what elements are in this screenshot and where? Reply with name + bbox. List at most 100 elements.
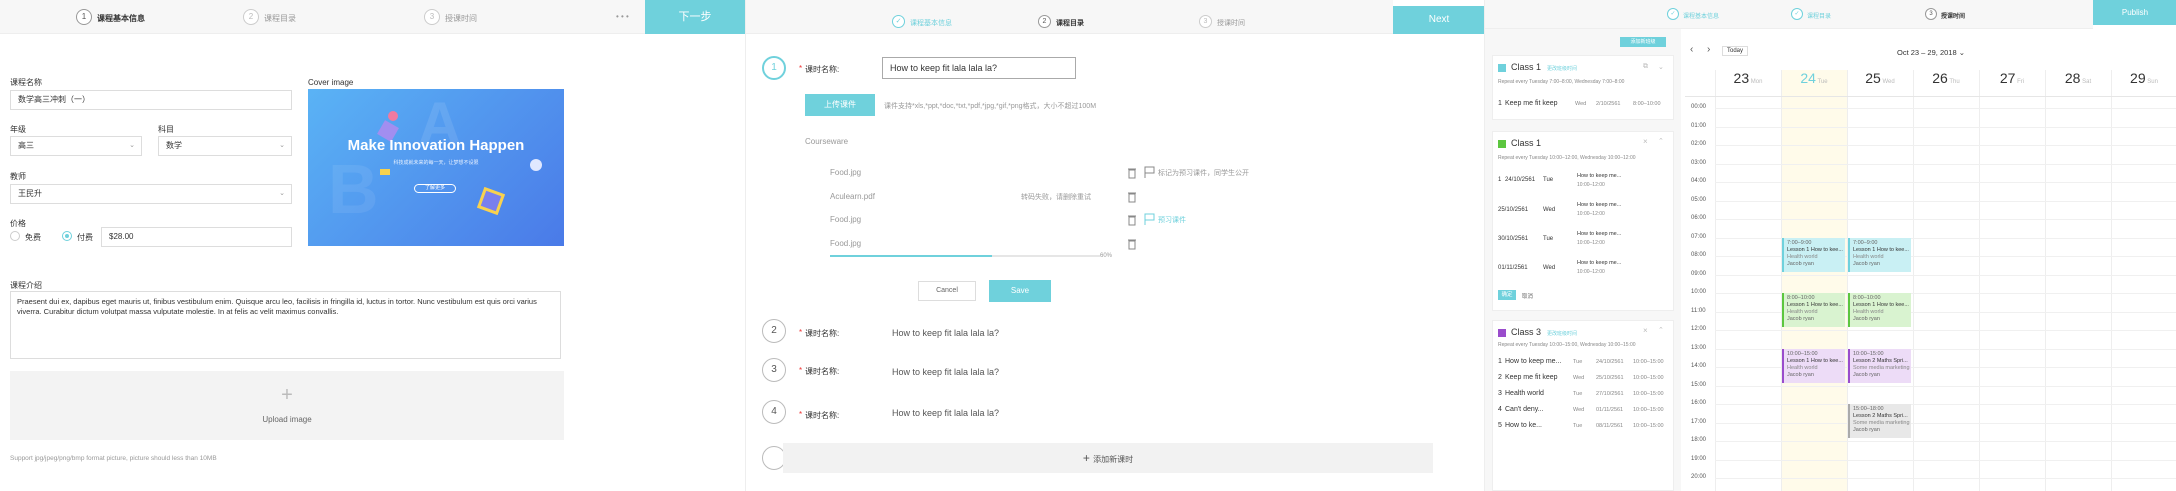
day-header[interactable]: 23 Mon	[1715, 70, 1781, 92]
chevron-up-icon[interactable]: ⌃	[1658, 326, 1664, 334]
hour-gridline	[1715, 108, 2176, 109]
lesson-2-number[interactable]: 2	[762, 319, 786, 343]
chevron-up-icon[interactable]: ⌃	[1658, 137, 1664, 145]
time-label: 11:00	[1691, 307, 1706, 314]
event-time: 10:00–15:00	[1787, 350, 1818, 357]
event-title: Lesson 1 How to kee...	[1787, 302, 1843, 308]
hour-gridline	[1715, 200, 2176, 202]
calendar-event[interactable]: 8:00–10:00 Lesson 1 How to kee... Health w…	[1848, 293, 1911, 327]
trash-icon[interactable]	[1127, 167, 1137, 179]
more-dots-icon[interactable]: • • •	[616, 12, 629, 21]
cancel-button[interactable]: Cancel	[918, 281, 976, 301]
event-title: Lesson 2 Maths Spri...	[1853, 357, 1908, 364]
course-name-input[interactable]: 数学高三冲刺（一）	[10, 90, 292, 110]
lesson-1-number[interactable]: 1	[762, 56, 786, 80]
day-header[interactable]: 25 Wed	[1847, 70, 1913, 92]
trash-icon[interactable]	[1127, 191, 1137, 203]
intro-textarea[interactable]: Praesent dui ex, dapibus eget mauris ut,…	[10, 291, 561, 359]
mark-preview-link[interactable]: 标记为预习课件，同学生公开	[1158, 168, 1249, 178]
lesson-2-name[interactable]: How to keep fit lala lala la?	[892, 328, 999, 338]
course-name-label: 课程名称	[10, 78, 42, 87]
add-class-button[interactable]: 添加新班级	[1620, 37, 1666, 47]
subject-select[interactable]: 数学 ⌄	[158, 136, 292, 156]
next-button[interactable]: Next	[1393, 6, 1484, 34]
day-header[interactable]: 28 Sat	[2045, 70, 2111, 92]
upload-image-area[interactable]: + Upload image	[10, 371, 564, 440]
event-subtitle: Health world	[1853, 253, 1884, 260]
calendar-event[interactable]: 7:00–9:00 Lesson 1 How to kee... Health wo…	[1782, 237, 1845, 272]
class-color-swatch	[1498, 329, 1506, 337]
flag-icon[interactable]	[1144, 213, 1156, 225]
lesson-index: 4	[1498, 406, 1502, 413]
file-name: Food.jpg	[830, 215, 862, 224]
grade-value: 高三	[18, 141, 34, 150]
day-name: Tue	[1815, 79, 1828, 85]
flag-icon[interactable]	[1144, 166, 1156, 178]
step-2-circle: 2	[243, 9, 259, 25]
course-info-panel: 1 课程基本信息 2 课程目录 3 授课时间 • • • 下一步 课程名称 数学…	[0, 0, 745, 491]
save-button[interactable]: Save	[989, 280, 1051, 302]
day-header[interactable]: 29 Sun	[2111, 70, 2176, 92]
day-header[interactable]: 26 Thu	[1913, 70, 1979, 92]
step-2-label: 课程目录	[264, 14, 296, 23]
lesson-3-number[interactable]: 3	[762, 358, 786, 382]
today-column-highlight	[1781, 70, 1847, 491]
lesson-3-label: 课时名称:	[805, 367, 840, 376]
grade-select[interactable]: 高三 ⌄	[10, 136, 142, 156]
lesson-4-number[interactable]: 4	[762, 400, 786, 424]
class-repeat: Repeat every Tuesday 10:00–12:00, Wednes…	[1498, 155, 1636, 161]
lesson-4-name[interactable]: How to keep fit lala lala la?	[892, 408, 999, 418]
day-header[interactable]: 27 Fri	[1979, 70, 2045, 92]
free-radio[interactable]	[10, 231, 20, 241]
class-color-swatch	[1498, 140, 1506, 148]
day-name: Thu	[1947, 79, 1960, 85]
plus-icon: +	[1082, 451, 1094, 465]
day-header[interactable]: 24 Tue	[1781, 70, 1847, 92]
hour-gridline	[1715, 163, 2176, 165]
paid-radio-label: 付费	[77, 233, 93, 242]
lesson-title: How to ke...	[1505, 422, 1542, 429]
event-teacher: Jacob ryan	[1853, 316, 1880, 322]
calendar-event[interactable]: 10:00–15:00 Lesson 2 Maths Spri... Some me…	[1848, 348, 1911, 383]
event-time: 15:00–18:00	[1853, 406, 1884, 412]
event-time: 8:00–10:00	[1853, 295, 1881, 301]
close-icon[interactable]: ×	[1643, 137, 1648, 146]
change-time-link[interactable]: 更改班级时间	[1547, 330, 1577, 337]
lesson-date: 27/10/2561	[1596, 391, 1624, 397]
lesson-day: Wed	[1543, 265, 1556, 271]
calendar-event[interactable]: 15:00–18:00 Lesson 2 Maths Spri... Some me…	[1848, 404, 1911, 438]
step-3-circle: 3	[424, 9, 440, 25]
paid-radio[interactable]	[62, 231, 72, 241]
calendar-event[interactable]: 7:00–9:00 Lesson 1 How to kee... Health wo…	[1848, 237, 1911, 272]
publish-button[interactable]: Publish	[2093, 0, 2176, 25]
teacher-select[interactable]: 王民升 ⌄	[10, 184, 292, 204]
lesson-time: 10:00–15:00	[1633, 423, 1664, 429]
upload-courseware-button[interactable]: 上传课件	[805, 94, 875, 116]
cover-image[interactable]: B A Make Innovation Happen 科技成就未来的每一天，让梦…	[308, 89, 564, 246]
calendar-event[interactable]: 10:00–15:00 Lesson 1 How to kee... Health …	[1782, 348, 1845, 383]
add-lesson-button[interactable]: + 添加新课时	[783, 443, 1433, 473]
chevron-down-icon[interactable]: ⌄	[1658, 63, 1664, 71]
confirm-button[interactable]: 确定	[1498, 290, 1516, 300]
change-time-link[interactable]: 更改班级时间	[1547, 65, 1577, 72]
lesson-index: 1	[1498, 358, 1502, 365]
calendar-event[interactable]: 8:00–10:00 Lesson 1 How to kee... Health w…	[1782, 293, 1845, 327]
trash-icon[interactable]	[1127, 214, 1137, 226]
price-input[interactable]: $28.00	[101, 227, 292, 247]
banner-block-icon	[380, 169, 390, 175]
next-step-button[interactable]: 下一步	[645, 0, 745, 34]
lesson-index: 2	[1498, 374, 1502, 381]
step-3-label: 授课时间	[1217, 20, 1245, 27]
lesson-3-name[interactable]: How to keep fit lala lala la?	[892, 367, 999, 377]
lesson-1-name-input[interactable]: How to keep fit lala lala la?	[882, 57, 1076, 79]
lesson-date: 30/10/2561	[1498, 236, 1529, 242]
cancel-link[interactable]: 取消	[1522, 292, 1533, 300]
copy-icon[interactable]: ⧉	[1643, 63, 1648, 71]
trash-icon[interactable]	[1127, 238, 1137, 250]
close-icon[interactable]: ×	[1643, 326, 1648, 335]
banner-title: Make Innovation Happen	[347, 137, 525, 154]
day-number: 23	[1733, 70, 1750, 86]
event-subtitle: Health world	[1787, 253, 1818, 260]
banner-button: 了解更多	[414, 184, 456, 193]
preview-courseware-tag[interactable]: 预习课件	[1158, 215, 1186, 225]
